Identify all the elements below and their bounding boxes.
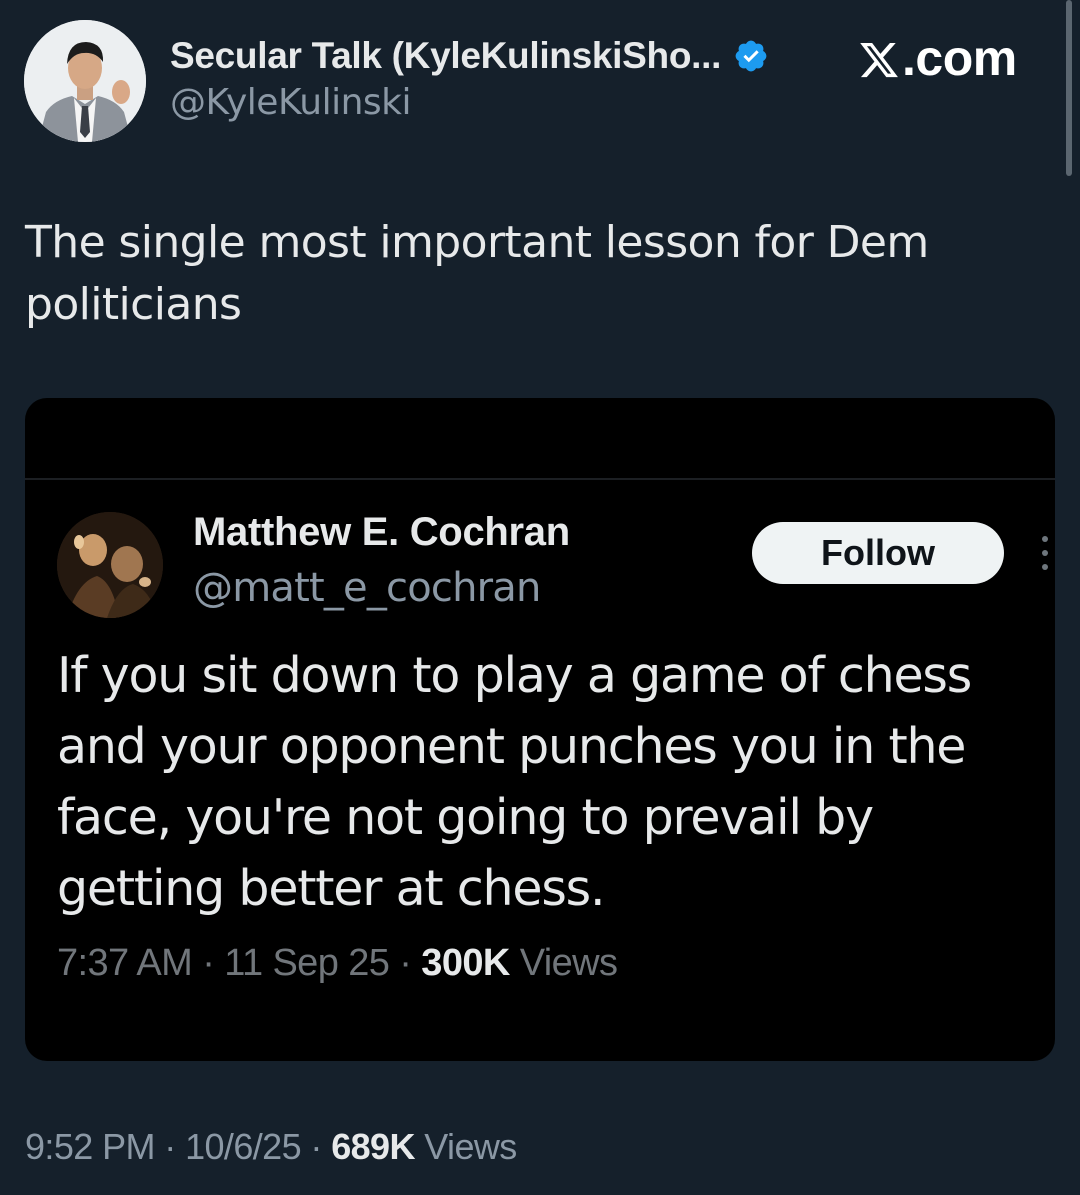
- verified-icon: [733, 38, 769, 74]
- embedded-tweet-time: 7:37 AM: [57, 942, 193, 984]
- scrollbar[interactable]: [1066, 0, 1072, 176]
- views-label[interactable]: Views: [424, 1126, 517, 1167]
- embedded-tweet-meta: 7:37 AM · 11 Sep 25 · 300K Views: [57, 942, 618, 985]
- author-avatar-image: [24, 20, 146, 142]
- follow-button: Follow: [752, 522, 1004, 584]
- embedded-author-avatar: [57, 512, 163, 618]
- views-count[interactable]: 689K: [331, 1126, 415, 1167]
- x-logo-icon: [858, 36, 900, 80]
- meta-separator: ·: [202, 942, 215, 984]
- author-handle[interactable]: @KyleKulinski: [170, 82, 412, 123]
- author-avatar[interactable]: [24, 20, 146, 142]
- embedded-author-handle: @matt_e_cochran: [193, 565, 541, 611]
- embedded-tweet-image[interactable]: Matthew E. Cochran @matt_e_cochran Follo…: [25, 398, 1055, 1061]
- site-label: .com: [902, 30, 1017, 86]
- meta-separator: ·: [399, 942, 412, 984]
- tweet-text: The single most important lesson for Dem…: [25, 217, 929, 330]
- embedded-views-count: 300K: [421, 942, 510, 984]
- author-name-row[interactable]: Secular Talk (KyleKulinskiSho...: [170, 30, 769, 82]
- embedded-tweet-text: If you sit down to play a game of chess …: [57, 647, 972, 917]
- embed-divider: [25, 478, 1055, 480]
- embedded-author-name: Matthew E. Cochran: [193, 510, 570, 554]
- tweet-meta: 9:52 PM · 10/6/25 · 689K Views: [25, 1126, 517, 1168]
- embedded-tweet-date: 11 Sep 25: [224, 942, 390, 984]
- meta-separator: ·: [310, 1126, 322, 1167]
- meta-separator: ·: [164, 1126, 176, 1167]
- site-watermark: .com: [858, 30, 1017, 86]
- embedded-views-label: Views: [519, 942, 618, 984]
- more-vertical-icon: [1040, 536, 1050, 570]
- tweet-time[interactable]: 9:52 PM: [25, 1126, 155, 1167]
- tweet-date[interactable]: 10/6/25: [185, 1126, 302, 1167]
- author-name[interactable]: Secular Talk (KyleKulinskiSho...: [170, 35, 721, 77]
